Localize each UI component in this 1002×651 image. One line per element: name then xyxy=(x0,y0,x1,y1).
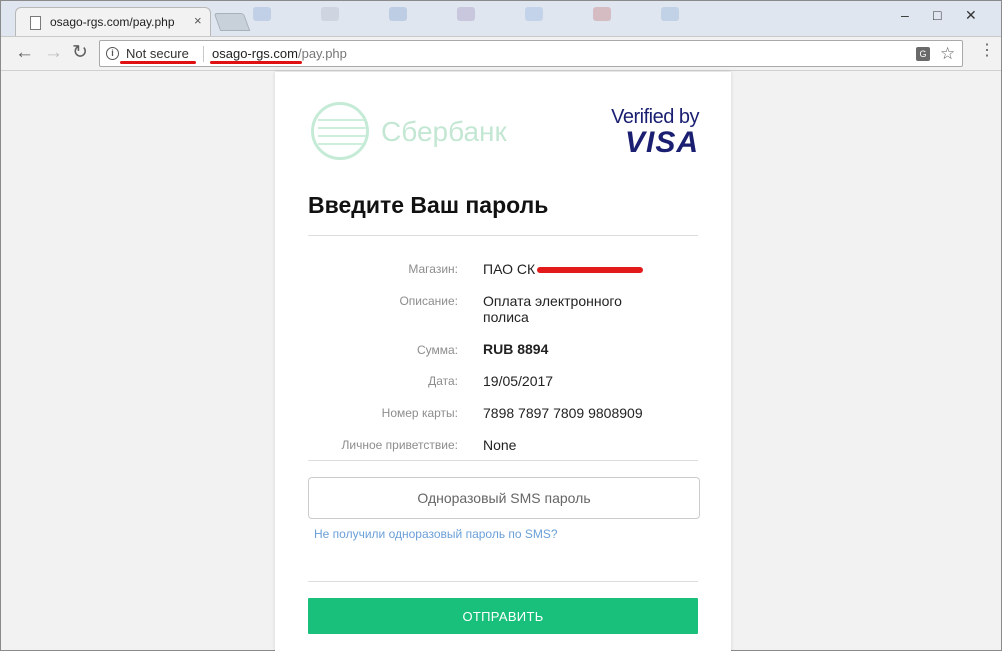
verified-by-text: Verified by xyxy=(611,106,699,128)
back-arrow-icon[interactable]: ← xyxy=(15,43,34,63)
greeting-value: None xyxy=(483,437,517,453)
address-bar[interactable]: i Not secure osago-rgs.com/pay.php G ☆ xyxy=(99,40,963,67)
forward-arrow-icon[interactable]: → xyxy=(44,43,63,63)
browser-toolbar: ← → ↻ i Not secure osago-rgs.com/pay.php… xyxy=(1,37,1001,71)
amount-value: RUB 8894 xyxy=(483,341,549,357)
description-value: Оплата электронного полиса xyxy=(483,293,622,325)
redaction-scribble xyxy=(537,267,643,273)
annotation-underline xyxy=(120,61,196,64)
minimize-icon[interactable]: – xyxy=(901,7,909,23)
url-path: /pay.php xyxy=(297,46,347,61)
description-label: Описание: xyxy=(399,294,458,308)
new-tab-button[interactable] xyxy=(213,13,251,31)
page-icon xyxy=(30,16,41,30)
divider xyxy=(308,581,698,582)
blurred-tabs-background xyxy=(231,7,1001,33)
shop-label: Магазин: xyxy=(408,262,458,276)
star-icon[interactable]: ☆ xyxy=(940,44,955,64)
sberbank-emblem-icon xyxy=(311,102,369,160)
security-indicator[interactable]: Not secure xyxy=(126,46,189,61)
sberbank-logo: Сбербанк xyxy=(311,102,511,162)
tab-strip: osago-rgs.com/pay.php × – □ ✕ xyxy=(1,1,1001,37)
window-close-icon[interactable]: ✕ xyxy=(965,7,977,24)
date-label: Дата: xyxy=(428,374,458,388)
card-number-label: Номер карты: xyxy=(381,406,458,420)
visa-text: VISA xyxy=(624,126,699,159)
resend-sms-link[interactable]: Не получили одноразовый пароль по SMS? xyxy=(314,527,558,541)
page-title: Введите Ваш пароль xyxy=(308,192,549,218)
translate-icon[interactable]: G xyxy=(916,47,930,61)
omnibox-separator xyxy=(203,46,204,62)
page-viewport: Сбербанк Verified by VISA Введите Ваш па… xyxy=(1,72,1001,651)
divider xyxy=(308,235,698,236)
divider xyxy=(308,460,698,461)
greeting-label: Личное приветствие: xyxy=(341,438,458,452)
date-value: 19/05/2017 xyxy=(483,373,554,389)
amount-label: Сумма: xyxy=(416,343,458,357)
url-host: osago-rgs.com xyxy=(212,46,298,61)
info-icon[interactable]: i xyxy=(106,47,119,60)
payment-card: Сбербанк Verified by VISA Введите Ваш па… xyxy=(275,72,731,651)
close-tab-icon[interactable]: × xyxy=(194,13,202,28)
reload-icon[interactable]: ↻ xyxy=(72,43,88,63)
url-text[interactable]: osago-rgs.com/pay.php xyxy=(212,46,347,61)
sberbank-logo-text: Сбербанк xyxy=(381,116,507,147)
sms-password-input[interactable] xyxy=(308,477,700,519)
annotation-underline xyxy=(210,61,302,64)
maximize-icon[interactable]: □ xyxy=(933,7,941,23)
verified-by-visa-logo: Verified by VISA xyxy=(607,106,699,158)
tab-title: osago-rgs.com/pay.php xyxy=(50,15,175,29)
card-number-value: 7898 7897 7809 9808909 xyxy=(483,405,643,421)
active-tab[interactable]: osago-rgs.com/pay.php × xyxy=(15,7,211,36)
submit-button[interactable]: ОТПРАВИТЬ xyxy=(308,598,698,634)
kebab-menu-icon[interactable]: ⋮ xyxy=(979,43,995,59)
